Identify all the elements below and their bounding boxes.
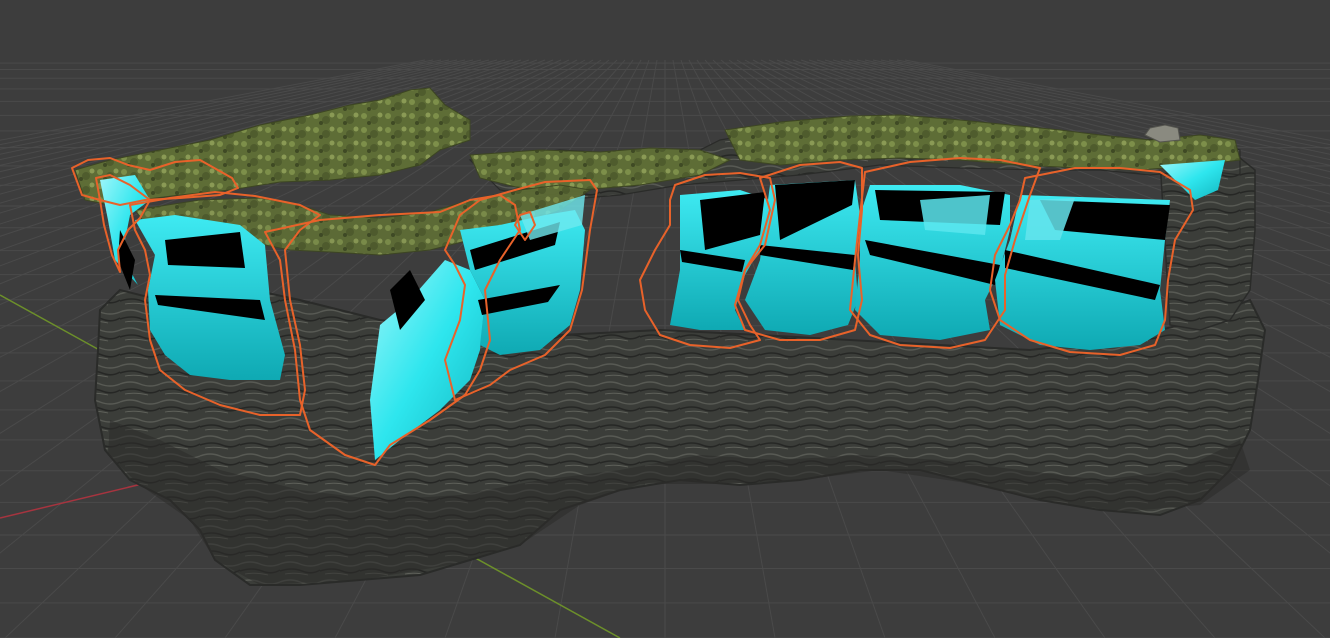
3d-viewport[interactable] bbox=[0, 0, 1330, 638]
cavity-panel-7 bbox=[920, 195, 990, 235]
viewport-scene[interactable] bbox=[0, 0, 1330, 638]
cavity-void-2c bbox=[118, 230, 135, 290]
